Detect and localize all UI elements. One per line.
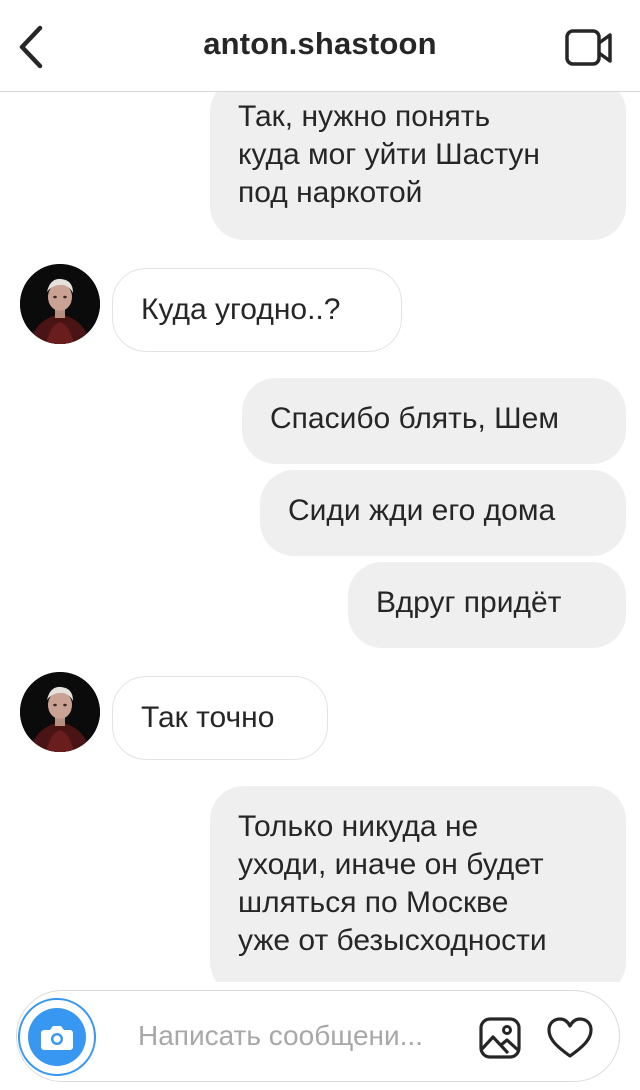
- contact-avatar-image: [20, 672, 100, 752]
- direct-message-screen: anton.shastoon Так, нужно понять куда мо…: [0, 0, 640, 1090]
- gallery-button[interactable]: [478, 1016, 522, 1060]
- message-text: Вдруг придёт: [376, 586, 562, 619]
- avatar[interactable]: [20, 264, 100, 344]
- message-bubble-outgoing[interactable]: Вдруг придёт: [348, 562, 626, 648]
- message-text: Спасибо блять, Шем: [270, 402, 559, 435]
- message-bubble-outgoing[interactable]: Только никуда не уходи, иначе он будет ш…: [210, 786, 626, 982]
- message-bubble-outgoing[interactable]: Так, нужно понять куда мог уйти Шастун п…: [210, 92, 626, 240]
- image-gallery-icon: [479, 1017, 521, 1059]
- camera-icon: [41, 1026, 73, 1050]
- video-call-button[interactable]: [564, 28, 614, 68]
- message-bubble-incoming[interactable]: Куда угодно..?: [112, 268, 402, 352]
- chat-header: anton.shastoon: [0, 0, 640, 92]
- message-input[interactable]: [138, 1014, 458, 1058]
- message-text: Так, нужно понять куда мог уйти Шастун п…: [238, 100, 540, 209]
- camera-button-ring: [18, 998, 96, 1076]
- message-text: Сиди жди его дома: [288, 494, 556, 527]
- message-text: Куда угодно..?: [141, 293, 341, 326]
- message-thread[interactable]: Так, нужно понять куда мог уйти Шастун п…: [0, 92, 640, 982]
- message-bubble-incoming[interactable]: Так точно: [112, 676, 328, 760]
- chat-title[interactable]: anton.shastoon: [0, 26, 640, 62]
- message-bubble-outgoing[interactable]: Сиди жди его дома: [260, 470, 626, 556]
- contact-avatar-image: [20, 264, 100, 344]
- avatar[interactable]: [20, 672, 100, 752]
- message-composer: [0, 982, 640, 1090]
- message-bubble-outgoing[interactable]: Спасибо блять, Шем: [242, 378, 626, 464]
- message-text: Только никуда не уходи, иначе он будет ш…: [238, 810, 547, 957]
- message-text: Так точно: [141, 701, 275, 734]
- camera-button[interactable]: [16, 990, 98, 1082]
- heart-icon: [547, 1017, 593, 1058]
- like-button[interactable]: [546, 1016, 594, 1060]
- camera-button-fill: [28, 1008, 86, 1066]
- video-camera-icon: [565, 29, 612, 66]
